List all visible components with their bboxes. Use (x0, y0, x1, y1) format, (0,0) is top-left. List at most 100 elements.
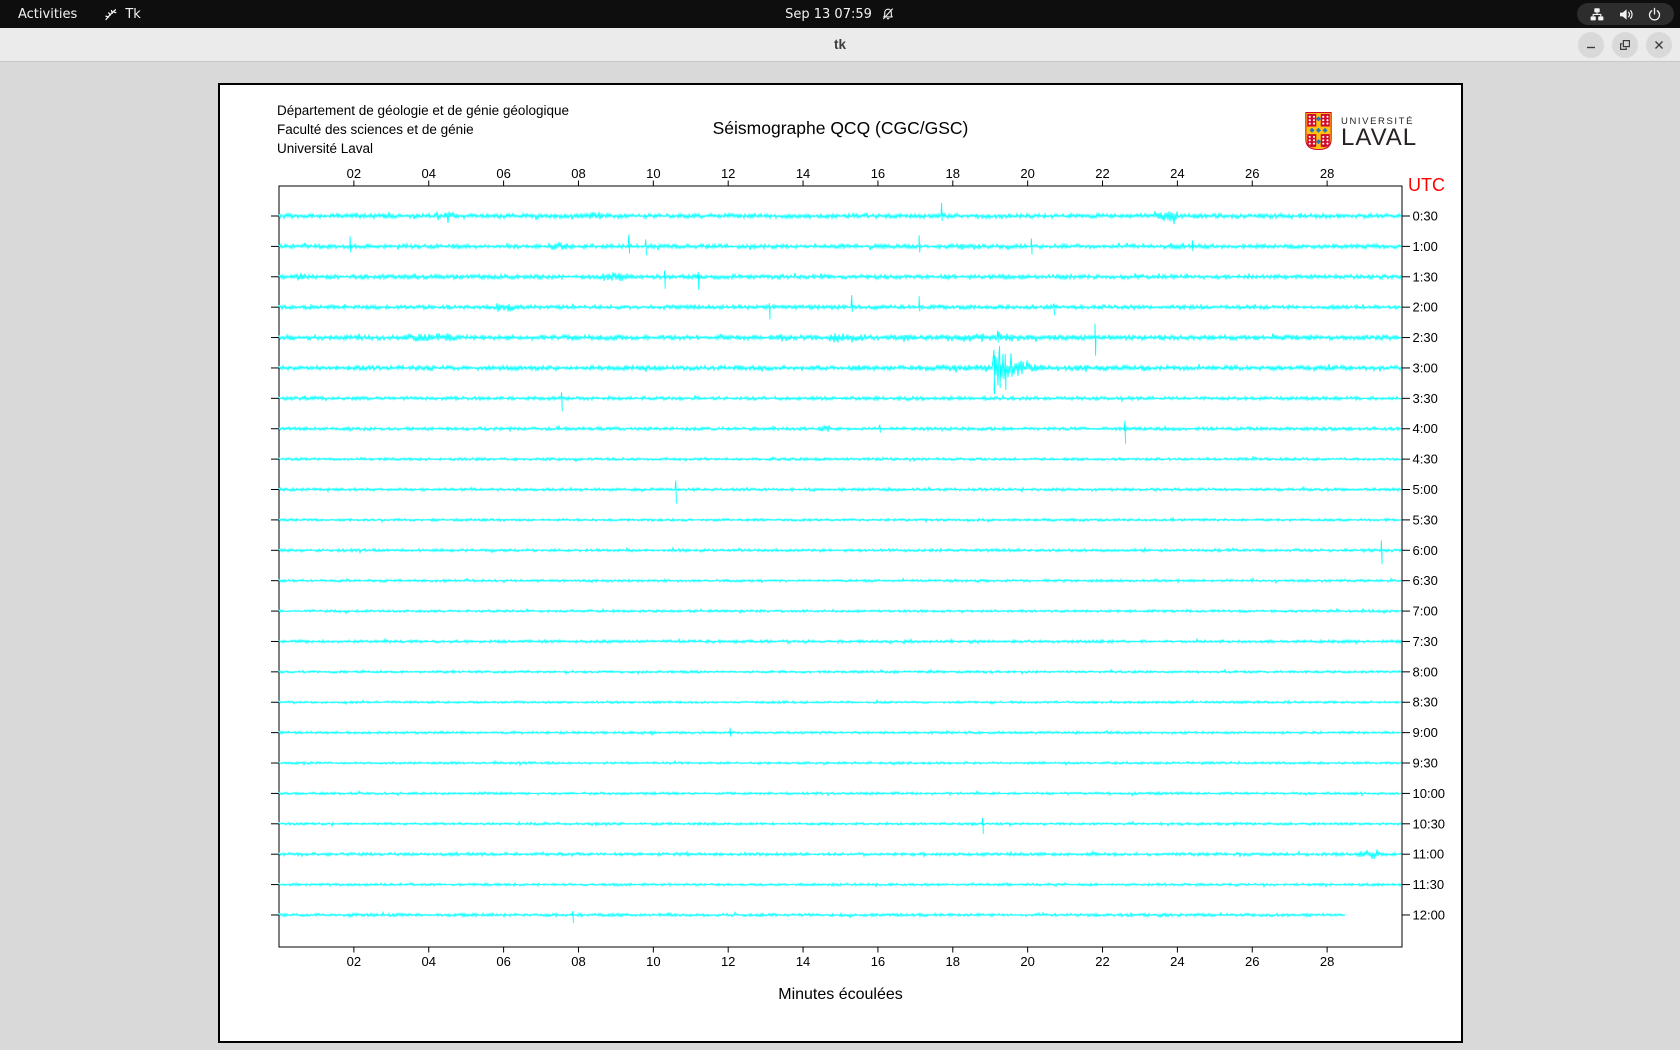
x-tick-label-bottom: 02 (347, 954, 361, 969)
system-status-area[interactable] (1577, 3, 1674, 25)
seismogram-trace (278, 234, 1402, 256)
x-tick-label-bottom: 16 (871, 954, 885, 969)
seismogram-trace (278, 637, 1402, 646)
row-time-label: 2:00 (1413, 300, 1438, 315)
x-tick-label-bottom: 18 (946, 954, 960, 969)
activities-button[interactable]: Activities (18, 7, 77, 22)
row-time-label: 7:30 (1413, 634, 1438, 649)
row-time-label: 10:30 (1413, 816, 1446, 831)
row-time-label: 8:00 (1413, 664, 1438, 679)
seismograph-plot: 02 02 04 04 06 06 08 08 10 10 12 12 14 14 16 16 18 18 20 20… (271, 166, 1446, 969)
x-tick-label-top: 08 (571, 166, 585, 181)
close-button[interactable] (1646, 32, 1672, 58)
minimize-button[interactable] (1578, 32, 1604, 58)
x-tick-label-bottom: 28 (1320, 954, 1334, 969)
x-tick-label-bottom: 04 (421, 954, 435, 969)
seismogram-trace (278, 480, 1402, 504)
seismogram-trace (278, 577, 1402, 585)
seismogram-trace (278, 202, 1402, 225)
utc-axis-label: UTC (1408, 175, 1445, 195)
seismogram-trace (278, 295, 1402, 320)
x-tick-label-bottom: 14 (796, 954, 810, 969)
row-time-label: 11:30 (1413, 877, 1445, 892)
seismogram-trace (278, 607, 1402, 615)
desktop: Activities Tk Sep 13 07:59 tk Départemen… (0, 0, 1680, 1050)
row-time-label: 12:00 (1413, 907, 1446, 922)
power-icon (1647, 7, 1662, 22)
clock-button[interactable]: Sep 13 07:59 (785, 7, 895, 22)
x-tick-label-top: 02 (347, 166, 361, 181)
speaker-icon (1618, 7, 1634, 22)
x-tick-label-top: 18 (946, 166, 960, 181)
row-time-label: 7:00 (1413, 604, 1438, 619)
row-time-label: 6:00 (1413, 543, 1438, 558)
row-time-label: 5:30 (1413, 512, 1438, 527)
row-time-label: 8:30 (1413, 695, 1438, 710)
x-tick-label-top: 26 (1245, 166, 1259, 181)
seismogram-trace (278, 270, 1402, 290)
row-time-label: 4:00 (1413, 421, 1438, 436)
network-wired-icon (1589, 7, 1605, 22)
x-tick-label-top: 04 (421, 166, 435, 181)
window-titlebar[interactable]: tk (0, 28, 1680, 62)
x-tick-label-top: 14 (796, 166, 810, 181)
row-time-label: 9:30 (1413, 756, 1438, 771)
x-tick-label-top: 20 (1020, 166, 1034, 181)
seismogram-trace (278, 910, 1346, 924)
bell-slash-icon (881, 7, 895, 21)
seismograph-canvas: Département de géologie et de génie géol… (218, 83, 1463, 1043)
row-time-label: 1:00 (1413, 239, 1438, 254)
x-tick-label-top: 12 (721, 166, 735, 181)
x-tick-label-top: 22 (1095, 166, 1109, 181)
gnome-top-bar: Activities Tk Sep 13 07:59 (0, 0, 1680, 28)
row-time-label: 1:30 (1413, 269, 1438, 284)
x-tick-label-top: 24 (1170, 166, 1184, 181)
seismogram-trace (278, 881, 1402, 889)
seismogram-trace (278, 455, 1402, 463)
row-time-label: 3:30 (1413, 391, 1438, 406)
seismogram-trace (278, 817, 1402, 834)
maximize-button[interactable] (1612, 32, 1638, 58)
row-time-label: 2:30 (1413, 330, 1438, 345)
x-tick-label-bottom: 20 (1020, 954, 1034, 969)
seismogram-trace (278, 540, 1402, 565)
seismogram-trace (278, 668, 1402, 676)
seismogram-trace (278, 759, 1402, 767)
seismogram-trace (278, 345, 1402, 394)
x-tick-label-bottom: 10 (646, 954, 660, 969)
clock-label: Sep 13 07:59 (785, 6, 872, 22)
x-axis-label: Minutes écoulées (778, 986, 903, 1003)
x-tick-label-bottom: 12 (721, 954, 735, 969)
row-time-label: 0:30 (1413, 209, 1438, 224)
x-tick-label-bottom: 24 (1170, 954, 1184, 969)
row-time-label: 9:00 (1413, 725, 1438, 740)
seismogram-trace (278, 699, 1402, 706)
x-tick-label-bottom: 22 (1095, 954, 1109, 969)
focused-app-indicator[interactable]: Tk (103, 6, 141, 22)
x-tick-label-top: 06 (496, 166, 510, 181)
x-tick-label-bottom: 08 (571, 954, 585, 969)
x-tick-label-bottom: 26 (1245, 954, 1259, 969)
x-tick-label-top: 16 (871, 166, 885, 181)
tk-feather-icon (103, 7, 118, 22)
row-time-label: 10:00 (1413, 786, 1446, 801)
row-time-label: 11:00 (1413, 847, 1445, 862)
row-time-label: 5:00 (1413, 482, 1438, 497)
window-content: Département de géologie et de génie géol… (0, 62, 1680, 1050)
row-time-label: 3:00 (1413, 360, 1438, 375)
plot-border (278, 185, 1403, 948)
x-tick-label-top: 28 (1320, 166, 1334, 181)
seismogram-trace (278, 849, 1402, 860)
seismogram-trace (278, 789, 1402, 797)
app-name-label: Tk (125, 6, 141, 22)
x-tick-label-bottom: 06 (496, 954, 510, 969)
seismogram-trace (278, 727, 1402, 737)
seismogram-trace (278, 392, 1402, 412)
row-time-label: 4:30 (1413, 452, 1438, 467)
window-title: tk (833, 37, 846, 52)
x-tick-label-top: 10 (646, 166, 660, 181)
seismogram-trace (278, 323, 1402, 356)
row-time-label: 6:30 (1413, 573, 1438, 588)
seismogram-trace (278, 420, 1402, 444)
seismogram-trace (278, 516, 1402, 524)
